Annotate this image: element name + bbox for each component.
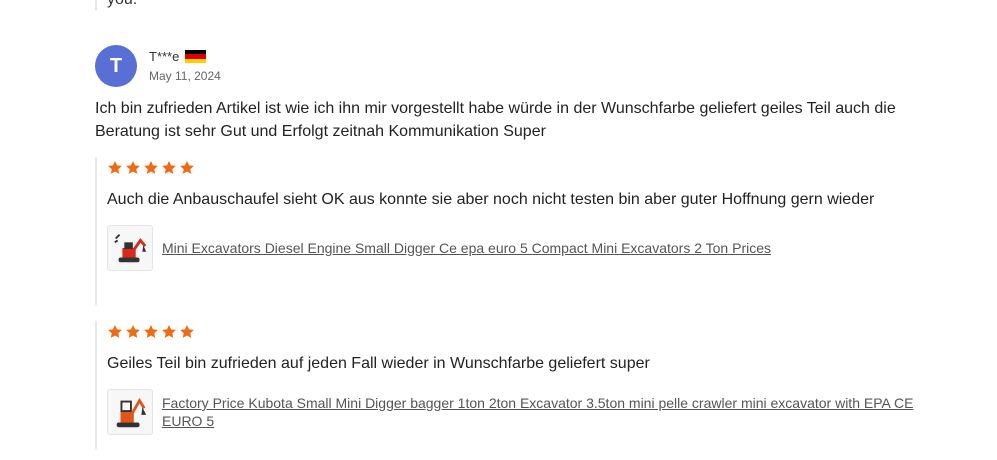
sub-review-1: Auch die Anbauschaufel sieht OK aus konn… [95,157,947,305]
star-icon [143,324,159,340]
star-icon [107,160,123,176]
sub-review-text: Geiles Teil bin zufrieden auf jeden Fall… [107,355,650,372]
star-icon [125,324,141,340]
reviewer-name-row: T***e [149,49,221,64]
star-icon [161,160,177,176]
product-row: Mini Excavators Diesel Engine Small Digg… [107,225,947,271]
review-text: Ich bin zufrieden Artikel ist wie ich ih… [95,100,896,140]
previous-review-text: you. [107,0,967,10]
star-icon [107,324,123,340]
product-link[interactable]: Factory Price Kubota Small Mini Digger b… [162,394,947,430]
reviewer-name: T***e [149,49,180,64]
excavator-icon [116,397,147,428]
germany-flag-icon [185,49,207,64]
star-rating [107,324,947,340]
star-icon [125,160,141,176]
star-icon [179,160,195,176]
star-rating [107,160,947,176]
review-date: May 11, 2024 [149,69,221,83]
product-row: Factory Price Kubota Small Mini Digger b… [107,389,947,435]
previous-review-border: you. [95,0,967,10]
star-icon [161,324,177,340]
review-header: T T***e May 11, 2024 [95,45,221,87]
product-link[interactable]: Mini Excavators Diesel Engine Small Digg… [162,239,771,257]
excavator-icon [114,234,147,263]
sub-review-text: Auch die Anbauschaufel sieht OK aus konn… [107,191,875,208]
avatar: T [95,45,137,87]
star-icon [143,160,159,176]
sub-review-2: Geiles Teil bin zufrieden auf jeden Fall… [95,321,947,449]
product-thumbnail[interactable] [107,225,153,271]
reviewer-meta: T***e May 11, 2024 [149,49,221,83]
star-icon [179,324,195,340]
product-thumbnail[interactable] [107,389,153,435]
